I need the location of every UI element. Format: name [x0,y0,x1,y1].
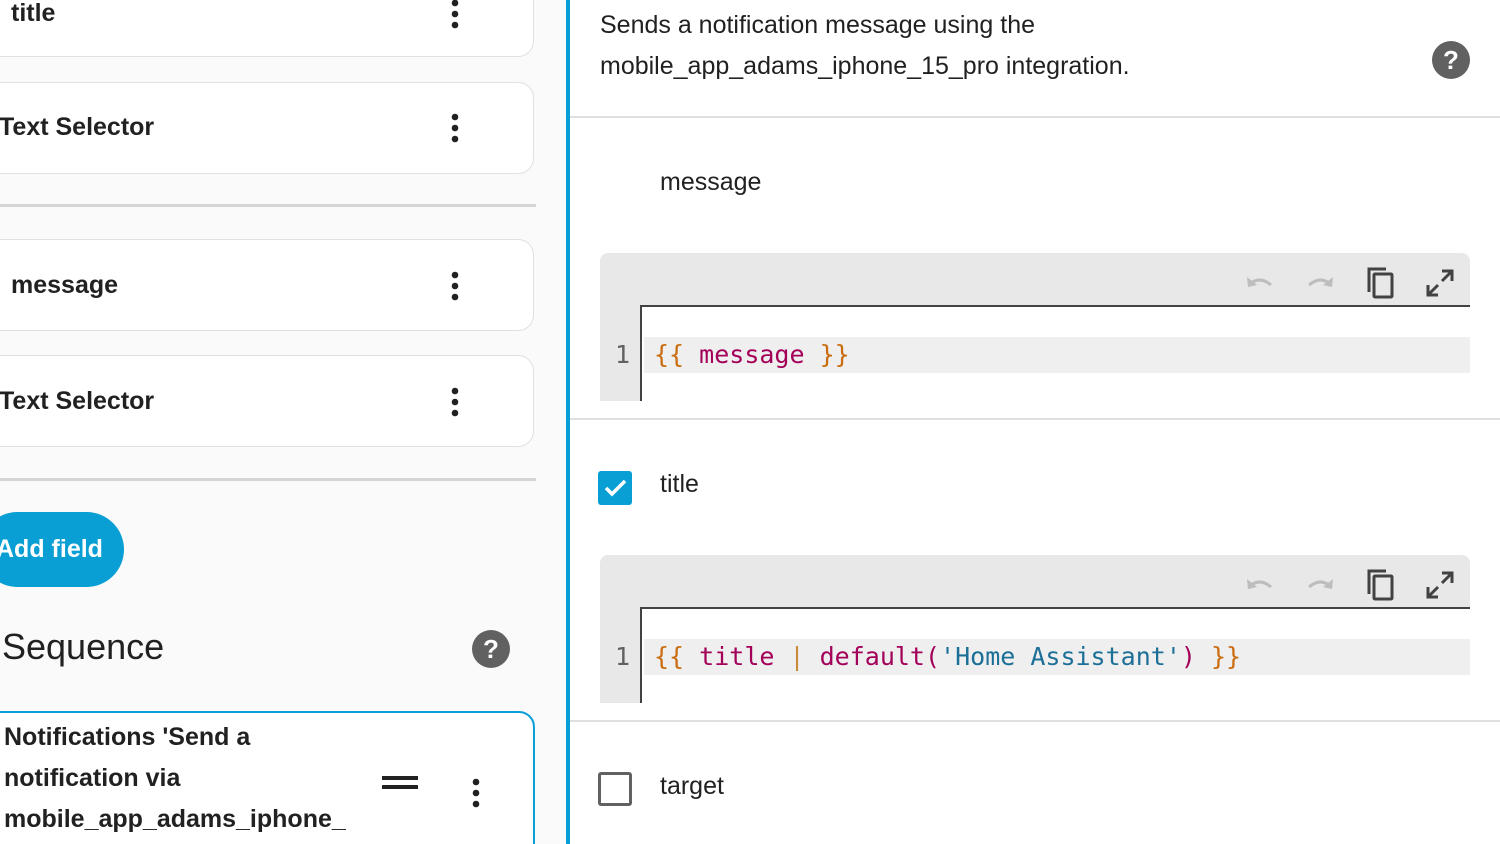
more-vert-icon[interactable] [433,106,477,150]
drag-handle-icon[interactable] [382,775,418,796]
line-number: 1 [614,340,630,369]
code-editor-title[interactable]: 1 {{ title | default('Home Assistant') }… [600,555,1470,703]
redo-icon[interactable] [1300,565,1340,605]
code-token: default( [819,642,941,671]
fullscreen-icon[interactable] [1420,263,1460,303]
divider [0,204,536,207]
undo-icon[interactable] [1240,263,1280,303]
code-line[interactable]: {{ message }} [644,337,1470,373]
target-checkbox[interactable] [598,772,632,806]
field-card-text-selector[interactable]: Text Selector [0,82,534,174]
more-vert-icon[interactable] [433,0,477,36]
code-line[interactable]: {{ title | default('Home Assistant') }} [644,639,1470,675]
divider [570,720,1500,722]
action-card-label: Notifications 'Send a notification via m… [4,723,346,833]
field-label-message: message [660,168,762,196]
svg-text:?: ? [483,634,499,664]
code-token: }} [1211,642,1242,671]
action-card-notification[interactable]: Notifications 'Send a notification via m… [0,711,535,844]
field-card-label: Text Selector [0,387,155,415]
code-token: ) [1180,642,1196,671]
more-vert-icon[interactable] [433,264,477,308]
redo-icon[interactable] [1300,263,1340,303]
field-label-title: title [660,470,699,498]
code-token: 'Home Assistant' [940,642,1181,671]
sequence-heading: Sequence [2,626,165,667]
field-label-target: target [660,772,724,800]
divider [570,116,1500,118]
fullscreen-icon[interactable] [1420,565,1460,605]
code-token: {{ [654,642,685,671]
code-editor-message[interactable]: 1 {{ message }} [600,253,1470,401]
code-token: title [699,642,775,671]
field-card-text-selector[interactable]: Text Selector [0,355,534,447]
copy-icon[interactable] [1360,263,1400,303]
title-checkbox[interactable] [598,471,632,505]
code-token: message [699,340,805,369]
divider [0,478,536,481]
help-icon[interactable]: ? [472,630,510,673]
code-token: {{ [654,340,685,369]
add-field-button[interactable]: Add field [0,512,124,587]
code-token: | [789,642,805,671]
more-vert-icon[interactable] [454,771,498,815]
field-card-title[interactable]: title [0,0,534,57]
undo-icon[interactable] [1240,565,1280,605]
field-card-label: title [11,0,56,27]
field-card-message[interactable]: message [0,239,534,331]
svg-text:?: ? [1443,45,1459,75]
code-area[interactable]: {{ title | default('Home Assistant') }} [640,607,1470,703]
code-area[interactable]: {{ message }} [640,305,1470,401]
action-description: Sends a notification message using the m… [600,11,1130,80]
field-card-label: message [11,271,119,299]
copy-icon[interactable] [1360,565,1400,605]
code-token: }} [819,340,850,369]
divider [570,418,1500,420]
more-vert-icon[interactable] [433,380,477,424]
help-icon[interactable]: ? [1432,41,1470,84]
fields-editor-pane: title Text Selector message Text Selecto… [0,0,566,844]
line-number: 1 [614,642,630,671]
action-editor-pane: Sends a notification message using the m… [570,0,1500,844]
field-card-label: Text Selector [0,113,155,141]
